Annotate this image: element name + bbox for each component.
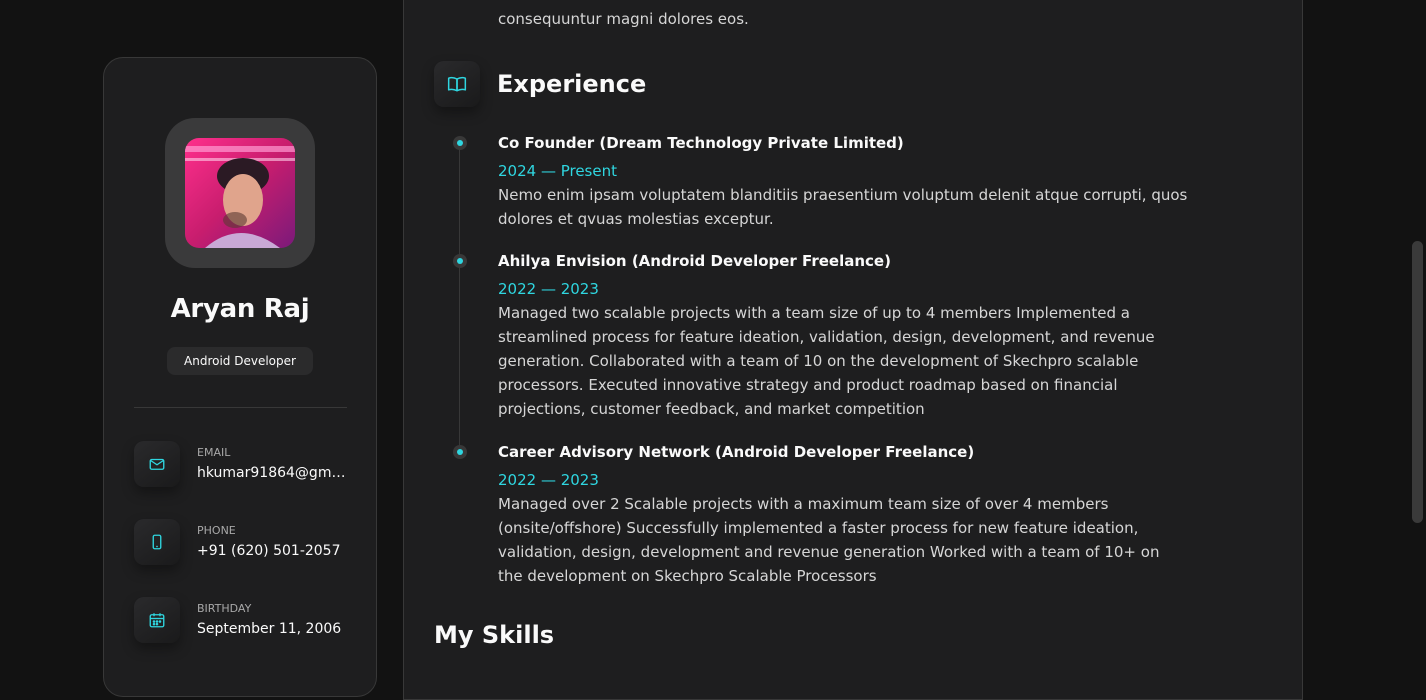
contact-email: EMAIL hkumar91864@gma... [134, 441, 354, 487]
profile-name: Aryan Raj [170, 294, 310, 324]
timeline-dates: 2022 — 2023 [498, 471, 599, 489]
avatar [185, 138, 295, 248]
contact-label: PHONE [197, 524, 236, 537]
sidebar-separator [134, 407, 347, 408]
timeline-dates: 2024 — Present [498, 162, 617, 180]
mail-icon [134, 441, 180, 487]
contact-label: BIRTHDAY [197, 602, 252, 615]
skills-title: My Skills [434, 621, 555, 649]
timeline-description: Nemo enim ipsam voluptatem blanditiis pr… [498, 186, 1188, 228]
about-trailing-text: consequuntur magni dolores eos. [498, 10, 749, 28]
scrollbar-thumb[interactable] [1412, 241, 1423, 523]
timeline-company: Ahilya Envision (Android Developer Freel… [498, 252, 891, 270]
timeline-description: Managed two scalable projects with a tea… [498, 304, 1155, 418]
timeline-dot [457, 140, 463, 146]
profile-sidebar: Aryan Raj Android Developer EMAIL hkumar… [103, 57, 377, 697]
timeline-line [459, 143, 460, 453]
profile-title-badge: Android Developer [167, 347, 313, 375]
timeline-dot [457, 258, 463, 264]
about-text-cut-line [498, 0, 1178, 7]
timeline-item: Co Founder (Dream Technology Private Lim… [498, 133, 1188, 231]
timeline-item: Ahilya Envision (Android Developer Freel… [498, 251, 1188, 421]
contact-birthday: BIRTHDAY September 11, 2006 [134, 597, 354, 643]
timeline-dot [457, 449, 463, 455]
contact-phone: PHONE +91 (620) 501-2057 [134, 519, 354, 565]
birthday-value: September 11, 2006 [197, 621, 342, 637]
timeline-description: Managed over 2 Scalable projects with a … [498, 495, 1160, 585]
phone-icon [134, 519, 180, 565]
avatar-frame [165, 118, 315, 268]
experience-title: Experience [497, 70, 647, 98]
book-open-icon [434, 61, 480, 107]
timeline-item: Career Advisory Network (Android Develop… [498, 442, 1188, 588]
timeline-dates: 2022 — 2023 [498, 280, 599, 298]
about-text: consequuntur magni dolores eos. [498, 0, 1178, 30]
phone-link[interactable]: +91 (620) 501-2057 [197, 543, 341, 559]
calendar-icon [134, 597, 180, 643]
contact-label: EMAIL [197, 446, 231, 459]
timeline-company: Career Advisory Network (Android Develop… [498, 443, 975, 461]
email-link[interactable]: hkumar91864@gma... [197, 465, 347, 481]
timeline-company: Co Founder (Dream Technology Private Lim… [498, 134, 904, 152]
